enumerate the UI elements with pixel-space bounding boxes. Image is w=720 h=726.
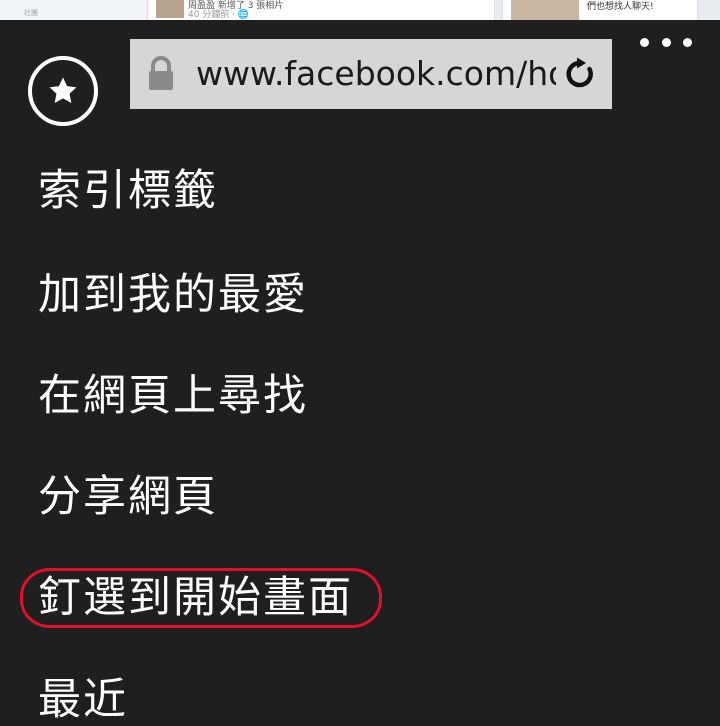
menu-list: 索引標籤 加到我的最愛 在網頁上尋找 分享網頁 釘選到開始畫面 最近 [0,20,720,725]
browser-menu-panel: www.facebook.com/home.php 索引標籤 加到我的最愛 在網… [0,20,720,725]
background-page: 社團 周盈盈 新增了 3 張相片 40 分鐘前 · 🌐 們也想找人聊天! [0,0,720,20]
menu-item-pin-to-start[interactable]: 釘選到開始畫面 [38,572,353,624]
background-side-thumbnail [511,0,579,20]
menu-item-find-on-page[interactable]: 在網頁上尋找 [38,370,308,422]
background-side-snippet: 們也想找人聊天! [587,2,654,12]
background-side-card: 們也想找人聊天! [502,0,698,20]
background-post-card: 周盈盈 新增了 3 張相片 40 分鐘前 · 🌐 [147,0,495,20]
background-sidebar-label: 社團 [24,9,38,17]
menu-item-add-to-favorites[interactable]: 加到我的最愛 [38,269,308,321]
background-post-thumbnail [156,0,184,18]
menu-item-share-page[interactable]: 分享網頁 [38,471,218,523]
background-sidebar: 社團 [0,0,146,20]
menu-item-tabs[interactable]: 索引標籤 [38,165,218,217]
background-post-time: 40 分鐘前 · 🌐 [188,10,250,20]
menu-item-recent[interactable]: 最近 [38,674,128,726]
